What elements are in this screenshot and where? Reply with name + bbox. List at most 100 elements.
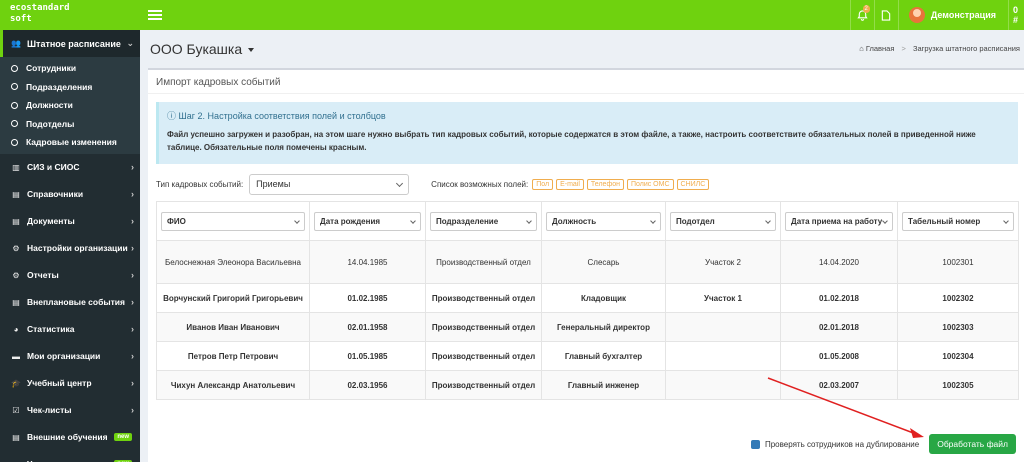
column-header: Дата рождения (309, 201, 426, 241)
chevron-down-icon (410, 217, 416, 224)
sidebar-item[interactable]: ▤Учет микротравмnew (0, 451, 140, 462)
table-cell: 01.05.1985 (309, 341, 426, 371)
sidebar-subitem-subdivisions[interactable]: Подотделы (0, 115, 140, 134)
column-header: Подотдел (665, 201, 781, 241)
sidebar-subitem-hr-changes[interactable]: Кадровые изменения (0, 133, 140, 152)
chevron-right-icon: › (131, 216, 134, 226)
sidebar-subitem-departments[interactable]: Подразделения (0, 78, 140, 97)
documents-button[interactable] (873, 0, 898, 30)
chevron-right-icon: › (131, 324, 134, 334)
field-tag-gender[interactable]: Пол (532, 178, 554, 190)
menu-item-icon: ▤ (12, 297, 20, 307)
company-selector[interactable]: ООО Букашка (150, 41, 255, 57)
table-cell: Слесарь (541, 240, 666, 284)
sidebar-subitem-employees[interactable]: Сотрудники (0, 59, 140, 78)
duplicate-check-checkbox[interactable] (750, 439, 760, 449)
column-header: ФИО (156, 201, 310, 241)
chevron-right-icon: › (131, 189, 134, 199)
table-cell: 1002304 (897, 341, 1019, 371)
chevron-right-icon: › (131, 243, 134, 253)
sidebar-item[interactable]: ▤ Документы › (0, 208, 140, 235)
sidebar-item[interactable]: ▥ СИЗ и СИОС › (0, 154, 140, 181)
sidebar-item[interactable]: ▤ Внеплановые события › (0, 289, 140, 316)
sidebar-item[interactable]: ▤ Внешние обучения new (0, 424, 140, 451)
menu-item-icon: ⚙ (12, 270, 20, 280)
table-cell: 1002301 (897, 240, 1019, 284)
table-cell: Ворчунский Григорий Григорьевич (156, 283, 310, 313)
mapping-table: ФИО Дата рождения Подразделение Должность По… (156, 201, 1019, 400)
sidebar-item-label: СИЗ и СИОС (27, 162, 80, 172)
sidebar-item[interactable]: ⚙ Настройки организации › (0, 235, 140, 262)
field-tag-email[interactable]: E-mail (556, 178, 584, 190)
chevron-right-icon: › (131, 351, 134, 361)
fields-label: Список возможных полей: (431, 179, 529, 189)
logo[interactable]: ecostandard soft (0, 0, 140, 30)
top-navbar: ecostandard soft 2 Демонстрация 0 # (0, 0, 1024, 30)
user-name: Демонстрация (930, 10, 996, 20)
table-cell: Иванов Иван Иванович (156, 312, 310, 342)
sidebar-item[interactable]: ▬ Мои организации › (0, 343, 140, 370)
menu-item-icon: ☑ (12, 405, 20, 415)
column-mapping-select[interactable]: Подразделение (430, 211, 537, 231)
sidebar-item-label: Настройки организации (27, 243, 128, 253)
breadcrumb-home[interactable]: Главная (866, 44, 895, 53)
field-tag-oms[interactable]: Полис ОМС (626, 178, 674, 190)
user-menu[interactable]: Демонстрация (897, 0, 1008, 30)
top-counter[interactable]: 0 # (1008, 0, 1024, 30)
table-body: Белоснежная Элеонора Васильевна 14.04.198… (156, 240, 1019, 400)
chevron-down-icon (882, 217, 888, 224)
sidebar-item-label: Мои организации (27, 351, 101, 361)
duplicate-check-label: Проверять сотрудников на дублирование (764, 439, 920, 449)
document-icon (882, 9, 891, 21)
circle-icon (11, 83, 18, 91)
avatar (908, 7, 925, 23)
column-mapping-select[interactable]: Табельный номер (902, 211, 1014, 231)
table-cell: Производственный отдел (425, 240, 542, 284)
column-mapping-select[interactable]: ФИО (161, 211, 305, 231)
chevron-down-icon (765, 217, 771, 224)
sidebar-item[interactable]: ▤ Справочники › (0, 181, 140, 208)
sidebar-item[interactable]: ◕ Статистика › (0, 316, 140, 343)
field-tag-phone[interactable]: Телефон (586, 178, 624, 190)
table-cell: Производственный отдел (425, 341, 542, 371)
column-mapping-select[interactable]: Дата рождения (314, 211, 421, 231)
column-mapping-select[interactable]: Должность (546, 211, 661, 231)
table-cell: Генеральный директор (541, 312, 666, 342)
column-header: Должность (541, 201, 666, 241)
table-cell: Чихун Александр Анатольевич (156, 370, 310, 400)
sidebar: 👥 Штатное расписание ⌄ Сотрудники Подраз… (0, 30, 140, 462)
sidebar-item[interactable]: ⚙ Отчеты › (0, 262, 140, 289)
table-cell: 01.05.2008 (780, 341, 898, 371)
table-row: Иванов Иван Иванович 02.01.1958 Производст… (156, 312, 1019, 342)
process-file-button[interactable]: Обработать файл (929, 434, 1016, 454)
menu-item-icon: ▥ (12, 162, 20, 172)
notifications-button[interactable]: 2 (849, 0, 874, 30)
table-header-row: ФИО Дата рождения Подразделение Должность По… (156, 201, 1019, 241)
info-text: Файл успешно загружен и разобран, на это… (167, 130, 976, 152)
home-icon: ⌂ (859, 44, 864, 53)
breadcrumb-current: Загрузка штатного расписания (912, 44, 1020, 53)
box-title: Импорт кадровых событий (148, 70, 1024, 94)
table-row: Чихун Александр Анатольевич 02.03.1956 Про… (156, 370, 1019, 400)
chevron-down-icon (294, 217, 300, 224)
hamburger-menu-icon[interactable] (148, 10, 162, 20)
breadcrumb-separator: > (901, 44, 906, 53)
sidebar-subitem-positions[interactable]: Должности (0, 96, 140, 115)
sidebar-item-label: Отчеты (27, 270, 59, 280)
sidebar-item-staff-schedule[interactable]: 👥 Штатное расписание ⌄ (0, 30, 140, 57)
table-cell: Главный бухгалтер (541, 341, 666, 371)
sidebar-item[interactable]: 🎓 Учебный центр › (0, 370, 140, 397)
field-tag-snils[interactable]: СНИЛС (676, 178, 710, 190)
bottom-actions: Проверять сотрудников на дублирование Об… (750, 434, 1016, 454)
column-mapping-select[interactable]: Дата приема на работу (785, 211, 893, 231)
table-cell: Производственный отдел (425, 370, 542, 400)
circle-icon (11, 101, 18, 109)
info-icon: ⓘ (167, 111, 179, 121)
menu-item-icon: 🎓 (11, 378, 21, 388)
chevron-right-icon: › (131, 378, 134, 388)
event-type-label: Тип кадровых событий: (156, 179, 244, 189)
column-mapping-select[interactable]: Подотдел (670, 211, 776, 231)
event-type-select[interactable]: Приемы (249, 173, 410, 195)
sidebar-item[interactable]: ☑ Чек-листы › (0, 397, 140, 424)
notifications-badge: 2 (862, 5, 870, 13)
